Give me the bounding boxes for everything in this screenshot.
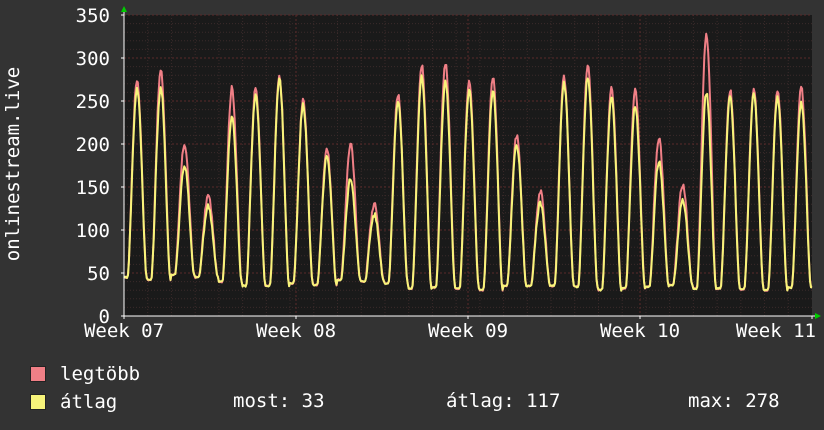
x-tick-label: Week 11 <box>736 320 816 342</box>
max-swatch <box>30 366 46 382</box>
y-tick-label: 150 <box>76 177 110 199</box>
y-tick-label: 50 <box>87 263 110 285</box>
y-tick-label: 300 <box>76 48 110 70</box>
y-tick-label: 250 <box>76 91 110 113</box>
legend-item-max: legtöbb <box>30 362 140 386</box>
x-tick-label: Week 09 <box>428 320 508 342</box>
y-tick-label: 100 <box>76 220 110 242</box>
y-tick-label: 200 <box>76 134 110 156</box>
legend-label-avg: átlag <box>60 391 118 413</box>
y-axis-arrow <box>121 6 127 12</box>
stat-average: átlag: 117 <box>446 390 561 412</box>
graph-panel: 0 50 100 150 200 250 300 350 Week 07 Week 08 Week … <box>0 0 824 430</box>
y-tick-label: 350 <box>76 5 110 27</box>
legend-label-max: legtöbb <box>60 363 141 385</box>
y-axis-label: onlinestream.live <box>2 67 24 261</box>
legend-item-avg: átlag <box>30 390 117 414</box>
x-tick-label: Week 07 <box>84 320 164 342</box>
x-axis-arrow <box>815 313 821 319</box>
x-tick-label: Week 08 <box>256 320 336 342</box>
x-tick-label: Week 10 <box>600 320 680 342</box>
stat-max: max: 278 <box>688 390 780 412</box>
stat-current: most: 33 <box>233 390 325 412</box>
avg-swatch <box>30 394 46 410</box>
